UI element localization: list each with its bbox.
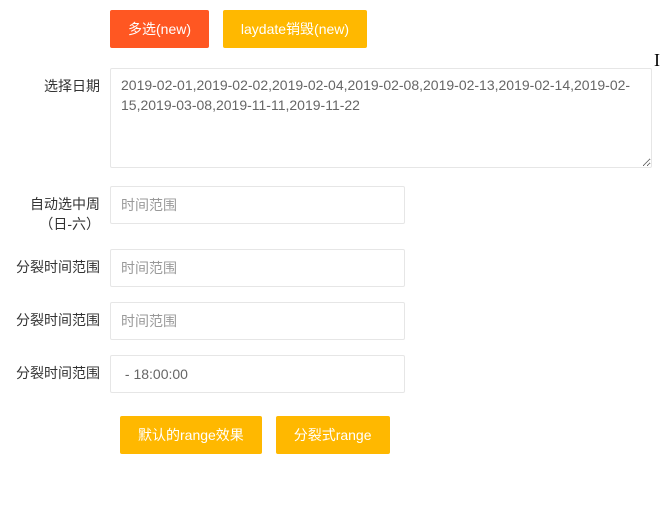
split-time-label-1: 分裂时间范围 — [0, 249, 110, 278]
split-time-input-2[interactable] — [110, 302, 405, 340]
auto-week-label: 自动选中周（日-六） — [0, 186, 110, 234]
split-time-label-3: 分裂时间范围 — [0, 355, 110, 384]
split-time-input-1[interactable] — [110, 249, 405, 287]
split-time-row-3: 分裂时间范围 — [0, 355, 667, 393]
multi-select-button[interactable]: 多选(new) — [110, 10, 209, 48]
split-time-input-3[interactable] — [110, 355, 405, 393]
bottom-button-row: 默认的range效果 分裂式range — [0, 408, 667, 454]
top-button-row: 多选(new) laydate销毁(new) — [0, 10, 667, 48]
select-date-textarea[interactable] — [110, 68, 652, 168]
split-range-button[interactable]: 分裂式range — [276, 416, 390, 454]
auto-week-input[interactable] — [110, 186, 405, 224]
select-date-row: 选择日期 — [0, 68, 667, 171]
default-range-button[interactable]: 默认的range效果 — [120, 416, 262, 454]
auto-week-row: 自动选中周（日-六） — [0, 186, 667, 234]
split-time-row-2: 分裂时间范围 — [0, 302, 667, 340]
date-form: 多选(new) laydate销毁(new) 选择日期 自动选中周（日-六） 分… — [0, 0, 667, 464]
split-time-row-1: 分裂时间范围 — [0, 249, 667, 287]
text-cursor-icon: I — [654, 50, 660, 71]
laydate-destroy-button[interactable]: laydate销毁(new) — [223, 10, 367, 48]
select-date-label: 选择日期 — [0, 68, 110, 97]
split-time-label-2: 分裂时间范围 — [0, 302, 110, 331]
